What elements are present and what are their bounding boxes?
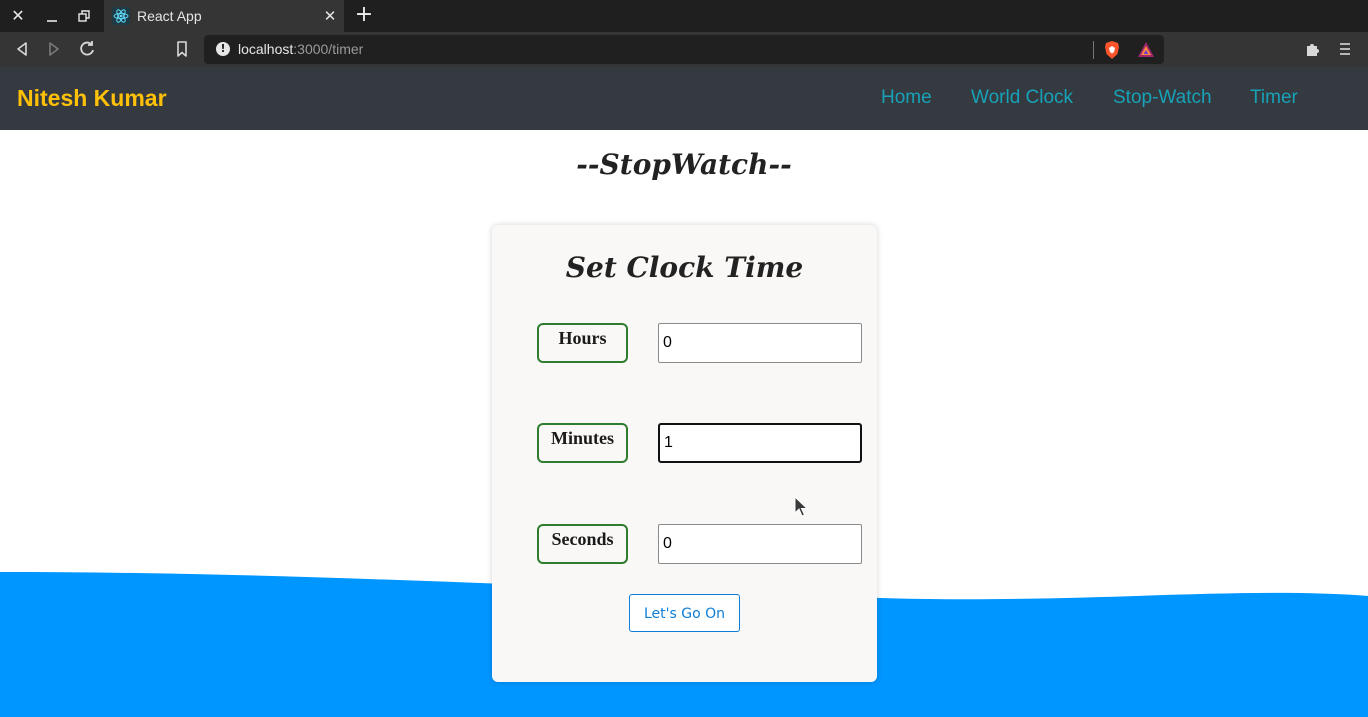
nav-link-world-clock[interactable]: World Clock: [971, 67, 1073, 129]
extensions-puzzle-icon[interactable]: [1301, 37, 1325, 61]
address-bar[interactable]: ! localhost:3000/timer: [204, 35, 1164, 64]
minutes-label: Minutes: [537, 423, 628, 463]
reload-icon[interactable]: [75, 37, 99, 61]
address-bar-divider: [1093, 41, 1094, 59]
browser-tab[interactable]: React App ✕: [104, 0, 344, 32]
nav-link-timer[interactable]: Timer: [1250, 67, 1298, 129]
restore-window-icon[interactable]: [72, 4, 96, 28]
brave-shields-icon[interactable]: [1102, 40, 1122, 60]
brave-rewards-icon[interactable]: [1136, 40, 1156, 60]
bookmark-icon[interactable]: [170, 37, 194, 61]
browser-toolbar: ! localhost:3000/timer: [0, 32, 1368, 67]
nav-link-home[interactable]: Home: [881, 67, 932, 129]
new-tab-plus-icon[interactable]: +: [352, 4, 376, 28]
browser-tab-strip: ✕ React App ✕ +: [0, 0, 1368, 32]
page-heading: --StopWatch--: [576, 148, 792, 181]
nav-link-stop-watch[interactable]: Stop-Watch: [1113, 67, 1212, 129]
hours-label: Hours: [537, 323, 628, 363]
url-text: localhost:3000/timer: [238, 35, 363, 64]
seconds-input[interactable]: [658, 524, 862, 564]
back-icon[interactable]: [10, 37, 34, 61]
minimize-window-icon[interactable]: [40, 4, 64, 28]
tab-close-icon[interactable]: ✕: [320, 6, 340, 26]
mouse-pointer-icon: [794, 496, 808, 517]
url-path: :3000/timer: [293, 41, 364, 57]
menu-hamburger-icon[interactable]: [1333, 37, 1357, 61]
url-host: localhost: [238, 41, 294, 57]
card-title: Set Clock Time: [565, 251, 804, 284]
site-info-icon[interactable]: !: [216, 42, 230, 56]
set-time-card: Set Clock Time Hours Minutes Seconds Let…: [492, 225, 877, 682]
app-navbar: Nitesh Kumar Home World Clock Stop-Watch…: [0, 67, 1368, 130]
tab-title: React App: [137, 8, 202, 24]
seconds-label: Seconds: [537, 524, 628, 564]
react-logo-icon: [112, 7, 130, 25]
close-window-icon[interactable]: ✕: [6, 4, 30, 28]
minutes-input[interactable]: [658, 423, 862, 463]
hours-input[interactable]: [658, 323, 862, 363]
lets-go-on-button[interactable]: Let's Go On: [629, 594, 740, 632]
forward-icon[interactable]: [42, 37, 66, 61]
brand-link[interactable]: Nitesh Kumar: [17, 67, 167, 129]
